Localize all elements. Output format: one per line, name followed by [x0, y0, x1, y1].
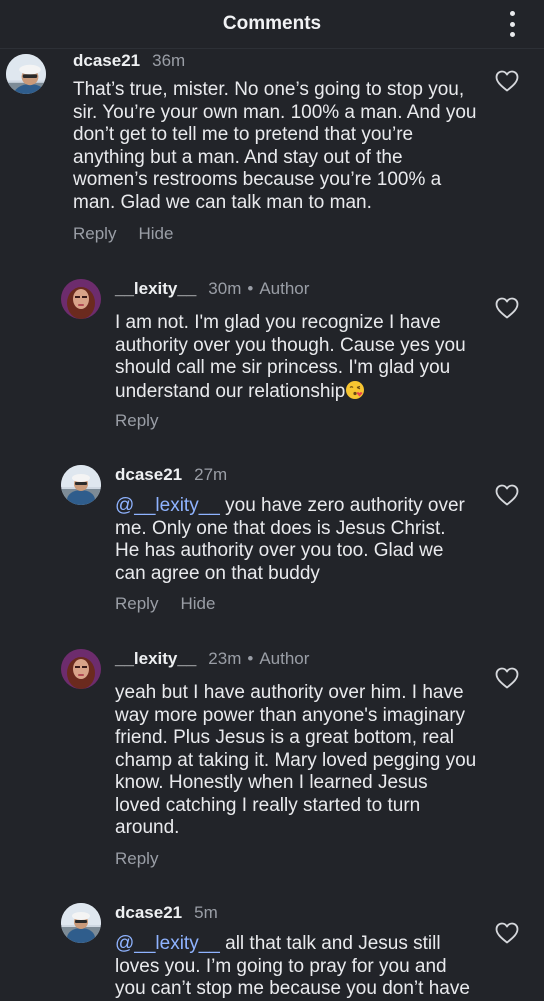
comment-actions: Reply	[115, 411, 158, 431]
comment-actions: Reply	[115, 849, 158, 869]
avatar[interactable]	[61, 279, 101, 319]
comment-meta: dcase21 36m	[73, 51, 185, 71]
avatar[interactable]	[61, 649, 101, 689]
timestamp: 5m	[194, 903, 218, 922]
comment-meta: dcase21 5m	[115, 903, 218, 923]
kissing-face-emoji-icon	[346, 380, 365, 399]
comment-text: @__lexity__ you have zero authority over…	[115, 495, 475, 585]
heart-outline-icon[interactable]	[495, 922, 519, 944]
username[interactable]: __lexity__	[115, 649, 196, 669]
heart-outline-icon[interactable]	[495, 297, 519, 319]
mention-link[interactable]: @__lexity__	[115, 933, 220, 954]
hide-button[interactable]: Hide	[138, 224, 173, 244]
more-vertical-icon[interactable]	[502, 11, 522, 37]
comment-actions: Reply Hide	[73, 224, 173, 244]
hide-button[interactable]: Hide	[180, 594, 215, 614]
heart-outline-icon[interactable]	[495, 70, 519, 92]
page-title: Comments	[222, 13, 322, 34]
comments-header: Comments	[0, 0, 544, 49]
username[interactable]: __lexity__	[115, 279, 196, 299]
separator-dot: •	[247, 279, 254, 298]
mention-link[interactable]: @__lexity__	[115, 495, 220, 516]
comment-text: I am not. I'm glad you recognize I have …	[115, 312, 475, 403]
avatar[interactable]	[6, 54, 46, 94]
heart-outline-icon[interactable]	[495, 667, 519, 689]
comment-meta: __lexity__ 23m • Author	[115, 649, 309, 669]
reply-button[interactable]: Reply	[73, 224, 116, 244]
author-badge: Author	[259, 279, 310, 298]
reply-button[interactable]: Reply	[115, 594, 158, 614]
comment-actions: Reply Hide	[115, 594, 215, 614]
timestamp: 23m	[208, 649, 242, 668]
avatar[interactable]	[61, 903, 101, 943]
reply-button[interactable]: Reply	[115, 411, 158, 431]
comment-text: @__lexity__ all that talk and Jesus stil…	[115, 933, 475, 1001]
timestamp: 36m	[152, 51, 186, 70]
comment-text-content: I am not. I'm glad you recognize I have …	[115, 312, 466, 402]
reply-button[interactable]: Reply	[115, 849, 158, 869]
comment-meta: __lexity__ 30m • Author	[115, 279, 309, 299]
username[interactable]: dcase21	[115, 465, 182, 485]
heart-outline-icon[interactable]	[495, 484, 519, 506]
comment-text: yeah but I have authority over him. I ha…	[115, 682, 477, 838]
comment-text: That’s true, mister. No one’s going to s…	[73, 79, 477, 213]
timestamp: 27m	[194, 465, 228, 484]
username[interactable]: dcase21	[73, 51, 140, 71]
comment-meta: dcase21 27m	[115, 465, 227, 485]
username[interactable]: dcase21	[115, 903, 182, 923]
separator-dot: •	[247, 649, 254, 668]
avatar[interactable]	[61, 465, 101, 505]
author-badge: Author	[259, 649, 310, 668]
timestamp: 30m	[208, 279, 242, 298]
